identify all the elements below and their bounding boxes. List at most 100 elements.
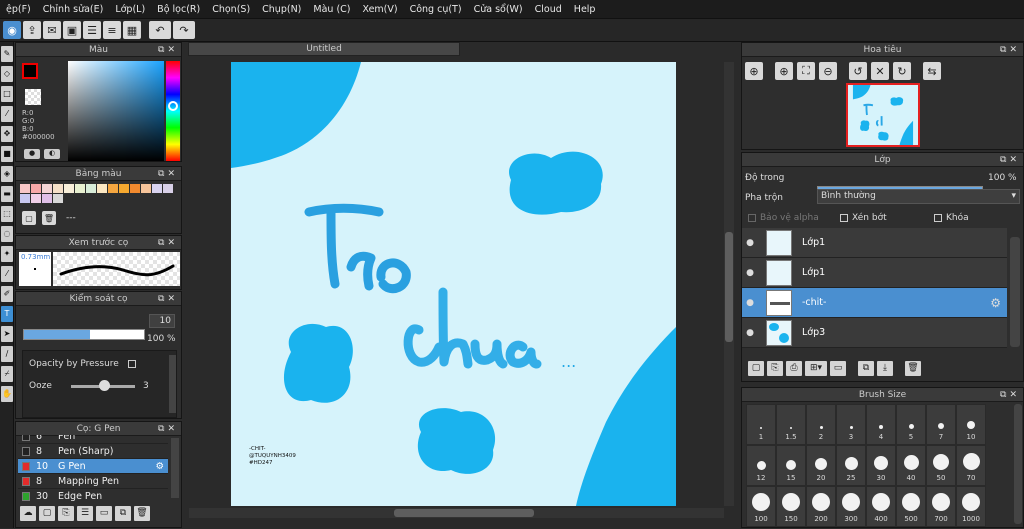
rotate-right-icon[interactable]: ↻ <box>893 62 911 80</box>
brush-size-cell[interactable]: 3 <box>836 404 866 445</box>
gradient-tool-icon[interactable]: ▬ <box>1 186 13 202</box>
brush-size-cell[interactable]: 5 <box>896 404 926 445</box>
brush-size-cell[interactable]: 15 <box>776 445 806 486</box>
brush-size-cell[interactable]: 12 <box>746 445 776 486</box>
lasso-icon[interactable]: ◌ <box>1 226 13 242</box>
delete-layer-icon[interactable]: 🗑 <box>905 361 921 376</box>
brush-size-cell[interactable]: 700 <box>926 486 956 527</box>
palette-swatch[interactable] <box>64 184 74 193</box>
brush-size-cell[interactable]: 40 <box>896 445 926 486</box>
hue-slider[interactable] <box>166 61 180 161</box>
new-layer-icon[interactable]: ▢ <box>748 361 764 376</box>
palette-swatch[interactable] <box>42 184 52 193</box>
palette-swatch[interactable] <box>97 184 107 193</box>
magic-wand-icon[interactable]: ✦ <box>1 246 13 262</box>
dropper-tool-icon[interactable]: ⌿ <box>1 366 13 382</box>
layer-folder-icon[interactable]: ▭ <box>830 361 846 376</box>
document-icon[interactable]: ☰ <box>83 21 101 39</box>
move-tool-icon[interactable]: ✥ <box>1 126 13 142</box>
panel-controls-icon[interactable]: ⧉✕ <box>1000 388 1020 402</box>
duplicate-layer-icon[interactable]: ⧉ <box>858 361 874 376</box>
palette-swatch[interactable] <box>130 184 140 193</box>
brush-tool-icon[interactable]: ⁄ <box>1 106 13 122</box>
panel-controls-icon[interactable]: ⧉✕ <box>158 43 178 57</box>
delete-palette-icon[interactable]: 🗑 <box>42 211 56 225</box>
opacity-by-pressure-checkbox[interactable] <box>127 359 136 368</box>
pen-tool-icon[interactable]: ✎ <box>1 46 13 62</box>
layer-row[interactable]: ● -chit- ⚙ <box>742 288 1007 318</box>
new-8bit-layer-icon[interactable]: ⎘ <box>767 361 783 376</box>
clipping-checkbox[interactable] <box>840 214 848 222</box>
menu-item-6[interactable]: Màu (C) <box>307 4 356 15</box>
panel-controls-icon[interactable]: ⧉✕ <box>158 167 178 181</box>
palette-swatch[interactable] <box>20 194 30 203</box>
brush-size-cell[interactable]: 400 <box>866 486 896 527</box>
gear-icon[interactable]: ⚙ <box>155 461 164 472</box>
undo-icon[interactable]: ↶ <box>149 21 171 39</box>
menu-item-3[interactable]: Bộ lọc(R) <box>151 4 206 15</box>
list-icon[interactable]: ≡ <box>103 21 121 39</box>
brush-size-cell[interactable]: 7 <box>926 404 956 445</box>
menu-item-5[interactable]: Chụp(N) <box>256 4 307 15</box>
reset-rotation-icon[interactable]: ✕ <box>871 62 889 80</box>
flip-icon[interactable]: ⇆ <box>923 62 941 80</box>
merge-layer-icon[interactable]: ⤓ <box>877 361 893 376</box>
new-palette-icon[interactable]: ▢ <box>22 211 36 225</box>
brush-size-cell[interactable]: 30 <box>866 445 896 486</box>
gear-icon[interactable]: ⚙ <box>990 296 1001 310</box>
menu-item-2[interactable]: Lớp(L) <box>109 4 151 15</box>
brush-size-cell[interactable]: 70 <box>956 445 986 486</box>
eye-icon[interactable]: ● <box>742 328 758 338</box>
eye-icon[interactable]: ● <box>742 238 758 248</box>
eraser-tool-icon[interactable]: ◇ <box>1 66 13 82</box>
blend-mode-select[interactable]: Bình thường ▾ <box>817 189 1020 204</box>
menu-item-0[interactable]: ệp(F) <box>0 4 37 15</box>
panel-controls-icon[interactable]: ⧉✕ <box>1000 153 1020 167</box>
palette-swatch[interactable] <box>53 194 63 203</box>
menu-item-7[interactable]: Xem(V) <box>357 4 404 15</box>
brush-size-cell[interactable]: 1 <box>746 404 776 445</box>
layer-list-scrollbar[interactable] <box>1010 237 1020 347</box>
brush-size-slider[interactable] <box>23 329 145 340</box>
palette-swatch[interactable] <box>53 184 63 193</box>
eye-icon[interactable]: ● <box>742 268 758 278</box>
saturation-value-picker[interactable] <box>68 61 164 161</box>
fill-tool-icon[interactable]: ◈ <box>1 166 13 182</box>
brush-size-cell[interactable]: 50 <box>926 445 956 486</box>
layer-row[interactable]: ● Lớp3 <box>742 318 1007 348</box>
palette-swatch[interactable] <box>42 194 52 203</box>
panel-controls-icon[interactable]: ⧉✕ <box>158 292 178 306</box>
panel-controls-icon[interactable]: ⧉✕ <box>158 236 178 250</box>
hue-handle[interactable] <box>168 101 178 111</box>
palette-swatch[interactable] <box>31 194 41 203</box>
menu-item-4[interactable]: Chọn(S) <box>206 4 256 15</box>
copy-brush-icon[interactable]: ⎘ <box>58 506 74 521</box>
brush-size-cell[interactable]: 150 <box>776 486 806 527</box>
palette-swatch[interactable] <box>86 184 96 193</box>
horizontal-scrollbar[interactable] <box>189 508 724 518</box>
duplicate-icon[interactable]: ⧉ <box>115 506 131 521</box>
trash-icon[interactable]: 🗑 <box>134 506 150 521</box>
brush-settings-icon[interactable]: ☰ <box>77 506 93 521</box>
menu-item-9[interactable]: Cửa sổ(W) <box>468 4 529 15</box>
document-tab[interactable]: Untitled <box>188 42 460 56</box>
color-tool-icon[interactable]: ● <box>24 149 40 159</box>
brush-control-scrollbar[interactable] <box>169 355 176 413</box>
add-layer-menu-icon[interactable]: ⊞▾ <box>805 361 827 376</box>
brush-size-cell[interactable]: 4 <box>866 404 896 445</box>
eyedropper-icon[interactable]: ⁄ <box>1 266 13 282</box>
brush-size-cell[interactable]: 500 <box>896 486 926 527</box>
navigator-thumbnail[interactable] <box>846 83 920 147</box>
text-tool-icon[interactable]: T <box>1 306 13 322</box>
brush-list-item[interactable]: 10 G Pen ⚙ <box>18 459 168 474</box>
transparent-swatch[interactable] <box>25 89 41 105</box>
rect-tool-icon[interactable]: ■ <box>1 146 13 162</box>
protect-alpha-checkbox[interactable] <box>748 214 756 222</box>
brush-size-cell[interactable]: 200 <box>806 486 836 527</box>
brush-size-cell[interactable]: 10 <box>956 404 986 445</box>
share-icon[interactable]: ⇪ <box>23 21 41 39</box>
layer-row[interactable]: ● Lớp1 <box>742 258 1007 288</box>
palette-swatch[interactable] <box>20 184 30 193</box>
pointer-tool-icon[interactable]: ➤ <box>1 326 13 342</box>
cloud-brush-icon[interactable]: ☁ <box>20 506 36 521</box>
